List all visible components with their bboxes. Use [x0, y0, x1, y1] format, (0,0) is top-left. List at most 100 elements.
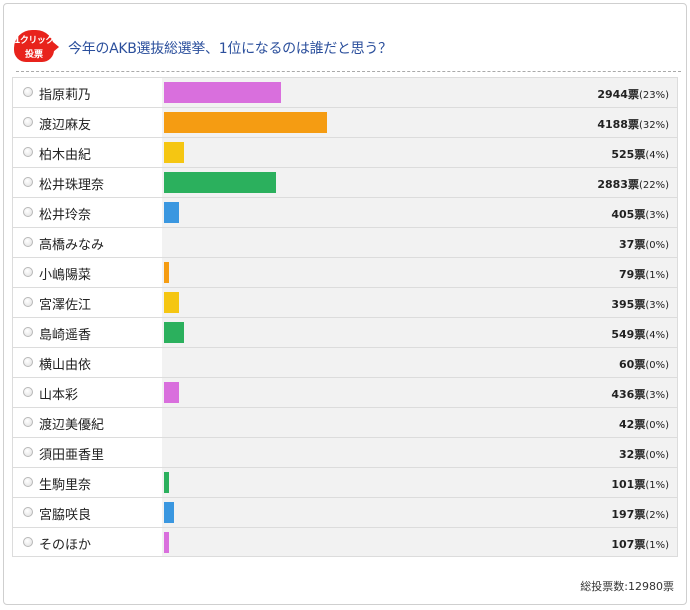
- vote-count: 37票(0%): [619, 236, 669, 252]
- vote-share-bar: [164, 292, 180, 313]
- vote-radio-button[interactable]: [23, 417, 33, 427]
- poll-option-row[interactable]: 指原莉乃 2944票(23%): [12, 77, 678, 107]
- candidate-name: 松井玲奈: [39, 208, 92, 223]
- candidate-name: 島崎遥香: [39, 328, 92, 343]
- poll-option-label-cell: 渡辺美優紀: [12, 408, 162, 437]
- vote-percentage: (23%): [638, 90, 669, 101]
- poll-option-row[interactable]: 渡辺美優紀 42票(0%): [12, 407, 678, 437]
- poll-option-row[interactable]: 松井珠理奈 2883票(22%): [12, 167, 678, 197]
- vote-count-number: 4188票: [597, 118, 639, 131]
- poll-option-row[interactable]: 宮脇咲良 197票(2%): [12, 497, 678, 527]
- vote-radio-button[interactable]: [23, 87, 33, 97]
- vote-share-bar: [164, 172, 277, 193]
- poll-option-result-cell: 32票(0%): [162, 438, 678, 467]
- vote-radio-button[interactable]: [23, 507, 33, 517]
- poll-option-row[interactable]: 島崎遥香 549票(4%): [12, 317, 678, 347]
- vote-radio-button[interactable]: [23, 477, 33, 487]
- vote-radio-button[interactable]: [23, 357, 33, 367]
- vote-radio-button[interactable]: [23, 447, 33, 457]
- candidate-name: 指原莉乃: [39, 88, 92, 103]
- vote-count: 549票(4%): [611, 326, 669, 342]
- vote-radio-button[interactable]: [23, 207, 33, 217]
- poll-option-row[interactable]: 渡辺麻友 4188票(32%): [12, 107, 678, 137]
- poll-option-label-cell: 小嶋陽菜: [12, 258, 162, 287]
- vote-percentage: (1%): [645, 270, 669, 281]
- poll-option-result-cell: 2883票(22%): [162, 168, 678, 197]
- candidate-name: 小嶋陽菜: [39, 268, 92, 283]
- vote-radio-button[interactable]: [23, 177, 33, 187]
- vote-percentage: (0%): [645, 240, 669, 251]
- poll-option-result-cell: 4188票(32%): [162, 108, 678, 137]
- poll-header: 1クリック 投票 今年のAKB選抜総選挙、1位になるのは誰だと思う？: [14, 30, 684, 66]
- vote-count-number: 525票: [611, 148, 646, 161]
- poll-option-row[interactable]: そのほか 107票(1%): [12, 527, 678, 557]
- vote-count: 32票(0%): [619, 446, 669, 462]
- vote-percentage: (3%): [645, 300, 669, 311]
- poll-option-result-cell: 197票(2%): [162, 498, 678, 527]
- candidate-name: 生駒里奈: [39, 478, 92, 493]
- vote-count: 101票(1%): [611, 476, 669, 492]
- poll-option-label-cell: 山本彩: [12, 378, 162, 407]
- vote-radio-button[interactable]: [23, 117, 33, 127]
- vote-radio-button[interactable]: [23, 237, 33, 247]
- poll-option-label-cell: 渡辺麻友: [12, 108, 162, 137]
- candidate-name: 宮澤佐江: [39, 298, 92, 313]
- poll-option-result-cell: 42票(0%): [162, 408, 678, 437]
- dashed-divider: [16, 71, 681, 72]
- vote-percentage: (1%): [645, 540, 669, 551]
- vote-percentage: (4%): [645, 150, 669, 161]
- vote-share-bar: [164, 532, 170, 553]
- poll-option-row[interactable]: 松井玲奈 405票(3%): [12, 197, 678, 227]
- vote-radio-button[interactable]: [23, 387, 33, 397]
- poll-option-row[interactable]: 横山由依 60票(0%): [12, 347, 678, 377]
- poll-option-result-cell: 79票(1%): [162, 258, 678, 287]
- vote-percentage: (2%): [645, 510, 669, 521]
- poll-option-label-cell: 生駒里奈: [12, 468, 162, 497]
- vote-radio-button[interactable]: [23, 267, 33, 277]
- vote-percentage: (32%): [638, 120, 669, 131]
- vote-count-number: 549票: [611, 328, 646, 341]
- poll-option-row[interactable]: 山本彩 436票(3%): [12, 377, 678, 407]
- vote-count: 2883票(22%): [597, 176, 669, 192]
- vote-radio-button[interactable]: [23, 147, 33, 157]
- poll-option-row[interactable]: 生駒里奈 101票(1%): [12, 467, 678, 497]
- poll-results-table: 指原莉乃 2944票(23%) 渡辺麻友 4188票(32%) 柏木由紀 525票(4%)…: [12, 77, 678, 557]
- poll-option-label-cell: 松井玲奈: [12, 198, 162, 227]
- poll-option-label-cell: そのほか: [12, 528, 162, 556]
- poll-question: 今年のAKB選抜総選挙、1位になるのは誰だと思う？: [68, 41, 392, 57]
- poll-option-row[interactable]: 小嶋陽菜 79票(1%): [12, 257, 678, 287]
- vote-share-bar: [164, 502, 175, 523]
- vote-count: 107票(1%): [611, 536, 669, 552]
- vote-count: 395票(3%): [611, 296, 669, 312]
- poll-option-label-cell: 高橋みなみ: [12, 228, 162, 257]
- vote-count-number: 436票: [611, 388, 646, 401]
- vote-count-number: 2944票: [597, 88, 639, 101]
- vote-count: 79票(1%): [619, 266, 669, 282]
- poll-option-row[interactable]: 宮澤佐江 395票(3%): [12, 287, 678, 317]
- vote-count: 436票(3%): [611, 386, 669, 402]
- vote-share-bar: [164, 472, 170, 493]
- vote-count: 525票(4%): [611, 146, 669, 162]
- vote-share-bar: [164, 202, 180, 223]
- poll-option-row[interactable]: 柏木由紀 525票(4%): [12, 137, 678, 167]
- vote-count-number: 197票: [611, 508, 646, 521]
- vote-percentage: (1%): [645, 480, 669, 491]
- vote-radio-button[interactable]: [23, 327, 33, 337]
- poll-option-row[interactable]: 高橋みなみ 37票(0%): [12, 227, 678, 257]
- vote-radio-button[interactable]: [23, 537, 33, 547]
- poll-option-row[interactable]: 須田亜香里 32票(0%): [12, 437, 678, 467]
- candidate-name: 山本彩: [39, 388, 79, 403]
- total-votes: 総投票数:12980票: [580, 580, 674, 593]
- vote-percentage: (3%): [645, 390, 669, 401]
- badge-line2: 投票: [24, 50, 43, 60]
- vote-share-bar: [164, 112, 328, 133]
- poll-option-result-cell: 525票(4%): [162, 138, 678, 167]
- poll-option-result-cell: 60票(0%): [162, 348, 678, 377]
- candidate-name: 横山由依: [39, 358, 92, 373]
- vote-count-number: 60票: [619, 358, 646, 371]
- vote-count-number: 79票: [619, 268, 646, 281]
- vote-radio-button[interactable]: [23, 297, 33, 307]
- poll-option-label-cell: 島崎遥香: [12, 318, 162, 347]
- candidate-name: 柏木由紀: [39, 148, 92, 163]
- vote-percentage: (0%): [645, 450, 669, 461]
